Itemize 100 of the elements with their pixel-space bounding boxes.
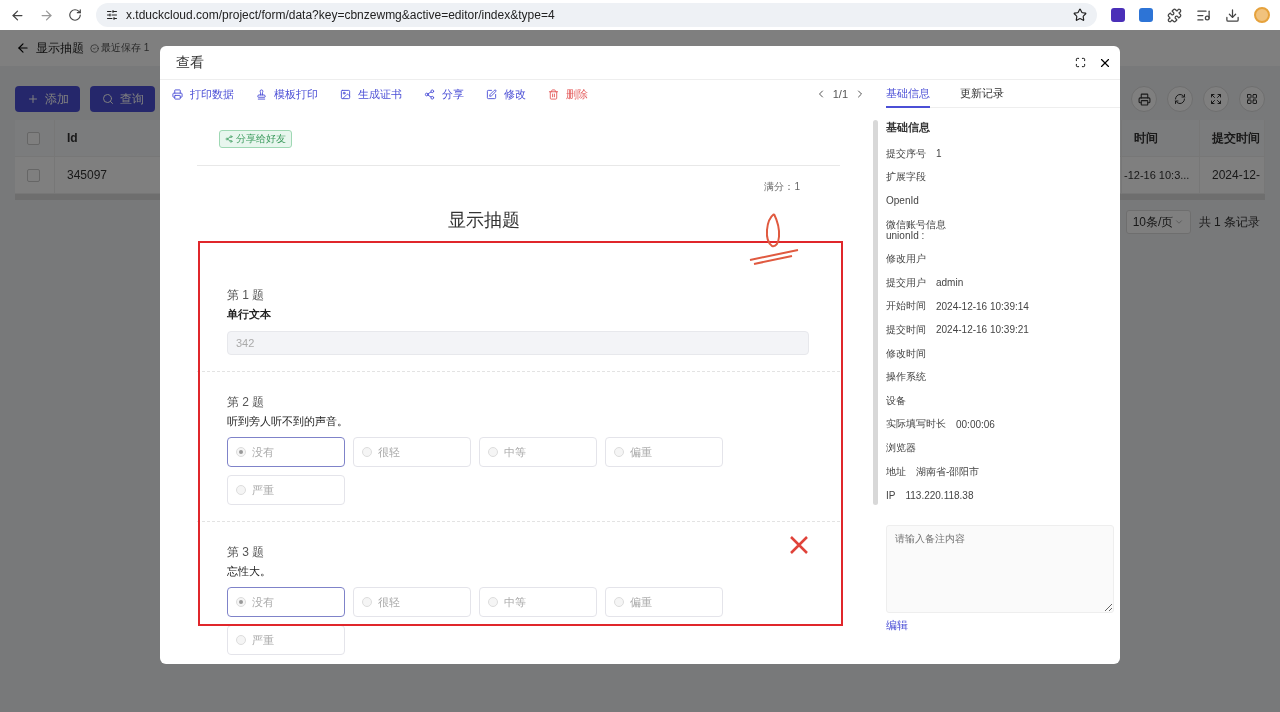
page-size-select[interactable]: 10条/页 [1125,210,1191,234]
table-cell: 2024-12- [1200,157,1265,193]
printer-icon [172,88,183,100]
printer-icon [1137,92,1151,106]
checkbox[interactable] [27,131,40,145]
plus-icon [26,93,39,105]
info-label: 操作系统 [886,370,926,385]
remark-field[interactable]: 请输入备注内容 [886,524,1114,613]
expand-icon [1210,93,1222,105]
info-label: 提交时间 [886,322,926,337]
radio-option[interactable]: 没有 [227,437,345,467]
tab[interactable]: 基础信息 [886,80,930,108]
image-icon [340,88,351,100]
reload-icon[interactable] [68,8,82,22]
form-heading: 显示抽题 [447,209,520,232]
save-status: 最近保存 1 [101,41,150,55]
toolbar-button[interactable]: 修改 [486,86,526,102]
table-cell: -12-16 10:3... [1122,157,1200,193]
star-icon[interactable] [1073,8,1087,22]
radio-option[interactable]: 偏重 [605,437,723,467]
column-header: 提交时间 [1200,120,1265,156]
info-value: 2024-12-16 10:39:14 [936,300,1029,312]
refresh-button[interactable] [1167,86,1193,112]
info-label: OpenId [886,195,919,207]
grid-icon [1246,93,1258,105]
fullscreen-button[interactable] [1203,86,1229,112]
info-label: 修改用户 [886,252,926,267]
toolbar-button[interactable]: 模板打印 [256,86,318,102]
radio-option[interactable]: 中等 [479,587,597,617]
info-label: 微信账号信息 [886,217,946,231]
question-number: 第 1 题 [227,287,265,304]
info-label: 提交用户 [886,275,926,290]
info-value: 2024-12-16 10:39:21 [936,324,1029,336]
info-label: 浏览器 [886,440,916,455]
playlist-icon[interactable] [1196,7,1211,23]
question-title: 单行文本 [227,307,271,322]
radio-option[interactable]: 严重 [227,475,345,505]
forward-icon[interactable] [39,7,54,23]
share-icon [424,88,435,100]
radio-option[interactable]: 偏重 [605,587,723,617]
info-value: 湖南省-邵阳市 [916,464,980,479]
tab[interactable]: 更新记录 [960,80,1004,108]
page-indicator: 1/1 [832,88,848,100]
column-header: 时间 [1122,120,1200,156]
search-button[interactable]: 查询 [90,86,155,112]
search-icon [101,93,114,105]
form-title: 显示抽题 [36,39,84,57]
stamp-icon [256,88,267,100]
section-title: 基础信息 [886,120,931,135]
edit-icon [486,88,497,100]
info-label: 修改时间 [886,346,926,361]
radio-option[interactable]: 很轻 [353,587,471,617]
trash-icon [548,88,559,100]
toolbar-button[interactable]: 删除 [548,86,588,102]
back-icon[interactable] [10,7,25,23]
edit-link[interactable]: 编辑 [886,617,1120,633]
answer-field: 342 [227,331,809,355]
toolbar-button[interactable]: 生成证书 [340,86,402,102]
share-icon [225,135,233,143]
info-label: 开始时间 [886,299,926,314]
scrollbar[interactable] [873,120,878,505]
question-title: 听到旁人听不到的声音。 [227,414,348,429]
total-count: 共 1 条记录 [1198,213,1260,231]
checkbox[interactable] [27,168,40,182]
layout-button[interactable] [1239,86,1265,112]
info-value: admin [936,277,964,289]
refresh-icon [1174,93,1186,105]
full-score: 满分：1 [764,180,800,194]
share-button[interactable]: 分享给好友 [219,130,292,148]
radio-option[interactable]: 没有 [227,587,345,617]
puzzle-icon[interactable] [1167,7,1182,23]
info-value: 00:00:06 [956,418,995,430]
radio-option[interactable]: 严重 [227,625,345,655]
site-settings-icon[interactable] [106,9,118,21]
fullscreen-icon[interactable] [1075,57,1086,68]
question-title: 忘性大。 [227,564,271,579]
add-button[interactable]: 添加 [15,86,80,112]
question-number: 第 2 题 [227,394,265,411]
toolbar-button[interactable]: 分享 [424,86,464,102]
download-icon[interactable] [1225,7,1240,23]
scribble-drawing [748,210,800,266]
cross-mark-icon [789,535,809,555]
radio-option[interactable]: 很轻 [353,437,471,467]
check-icon [90,43,99,53]
url-text: x.tduckcloud.com/project/form/data?key=cbnzewmg&active=editor/index&type=4 [126,8,555,22]
info-label: 实际填写时长 [886,417,946,432]
print-button[interactable] [1131,86,1157,112]
info-value: 113.220.118.38 [905,489,974,501]
back-icon[interactable] [16,41,30,55]
info-value: unionId : [886,230,926,242]
toolbar-button[interactable]: 打印数据 [172,86,234,102]
info-label: 地址 [886,464,906,479]
info-label: 设备 [886,393,906,408]
info-label: 扩展字段 [886,170,926,185]
radio-option[interactable]: 中等 [479,437,597,467]
caret-icon [1173,217,1184,227]
info-label: IP [886,489,896,501]
dialog-title: 查看 [176,53,205,72]
question-number: 第 3 题 [227,544,265,561]
address-bar[interactable]: x.tduckcloud.com/project/form/data?key=cbnzewmg&active=editor/index&type=4 [96,3,1097,27]
